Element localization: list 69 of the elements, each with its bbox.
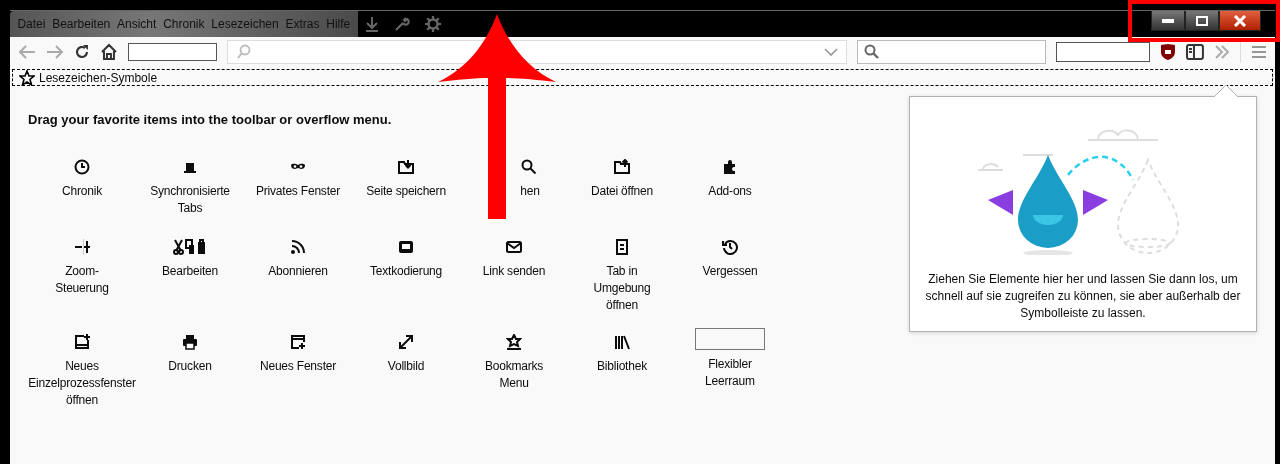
- palette-item[interactable]: hen: [520, 183, 540, 200]
- palette-item[interactable]: Zoom-Steuerung: [39, 263, 125, 297]
- home-icon[interactable]: [99, 43, 118, 61]
- puzzle-icon: [722, 159, 738, 175]
- palette-item[interactable]: Neues Fenster: [259, 358, 337, 375]
- palette-item[interactable]: Add-ons: [708, 183, 752, 200]
- palette-heading: Drag your favorite items into the toolbar or overflow menu.: [28, 112, 393, 127]
- palette-item[interactable]: Abonnieren: [268, 263, 328, 280]
- zoom-controls-icon: [74, 239, 90, 255]
- minimize-icon: [1162, 18, 1174, 23]
- palette-item[interactable]: Link senden: [482, 263, 546, 280]
- palette-item[interactable]: Neues Einzelprozessfenster öffnen: [28, 358, 136, 409]
- palette-item[interactable]: Tab in Umgebung öffnen: [579, 263, 665, 314]
- palette-item[interactable]: Drucken: [168, 358, 212, 375]
- sidebar-icon[interactable]: [1186, 44, 1205, 60]
- palette-item[interactable]: Vollbild: [387, 358, 425, 375]
- palette-item[interactable]: Privates Fenster: [255, 183, 341, 200]
- window-plus-icon: [74, 334, 90, 350]
- palette-item[interactable]: Seite speichern: [366, 183, 446, 200]
- spacer-placeholder: [695, 328, 765, 350]
- library-icon: [614, 334, 630, 350]
- printer-icon: [182, 334, 198, 350]
- panel-message: Ziehen Sie Elemente hier her und lassen Sie dann los, um schnell auf sie zugreifen zu können, sie aber außerhalb der Symbolleiste zu lassen.: [924, 271, 1242, 322]
- window-plus-icon: [290, 334, 306, 350]
- bookmarks-toolbar-label[interactable]: Lesezeichen-Symbole: [39, 70, 158, 85]
- reload-icon[interactable]: [73, 44, 90, 60]
- search-icon: [863, 44, 880, 60]
- close-button[interactable]: [1219, 11, 1261, 31]
- wrench-icon[interactable]: [393, 16, 410, 32]
- back-icon[interactable]: [18, 44, 36, 60]
- star-tray-icon: [506, 334, 522, 350]
- search-icon: [236, 44, 253, 60]
- edit-controls-icon: [173, 239, 207, 255]
- address-bar[interactable]: [227, 40, 847, 64]
- overflow-icon[interactable]: [1214, 45, 1231, 59]
- toolbar-field[interactable]: [1055, 42, 1151, 62]
- shield-icon[interactable]: [1160, 43, 1177, 61]
- gear-icon[interactable]: [423, 15, 442, 33]
- palette-item[interactable]: Bookmarks Menu: [471, 358, 557, 392]
- palette-item[interactable]: Bearbeiten: [161, 263, 218, 280]
- maximize-button[interactable]: [1185, 11, 1219, 31]
- envelope-icon: [506, 239, 522, 255]
- palette-item[interactable]: Flexibler Leerraum: [687, 356, 773, 390]
- maximize-icon: [1196, 15, 1208, 26]
- feed-icon: [290, 239, 306, 255]
- palette-item[interactable]: Textkodierung: [369, 263, 443, 280]
- palette-item[interactable]: Bibliothek: [596, 358, 647, 375]
- download-icon[interactable]: [363, 16, 380, 32]
- menu-item[interactable]: Chronik: [159, 14, 208, 34]
- palette-item[interactable]: Datei öffnen: [590, 183, 654, 200]
- search-icon: [521, 159, 537, 175]
- palette-item[interactable]: Chronik: [62, 183, 102, 200]
- folder-download-icon: [398, 159, 414, 175]
- palette-item[interactable]: Vergessen: [702, 263, 758, 280]
- text-encoding-icon: [398, 239, 414, 255]
- menu-icon[interactable]: [1251, 45, 1267, 59]
- palette-item[interactable]: Synchronisierte Tabs: [147, 183, 233, 217]
- close-icon: [1233, 14, 1247, 27]
- clock-icon: [74, 159, 90, 175]
- expand-arrows-icon: [398, 334, 414, 350]
- search-field[interactable]: [856, 40, 1046, 64]
- history-icon: [722, 239, 738, 255]
- forward-icon[interactable]: [45, 44, 64, 60]
- document-icon: [614, 239, 630, 255]
- minimize-button[interactable]: [1151, 11, 1185, 31]
- folder-upload-icon: [614, 159, 630, 175]
- toolbar-field[interactable]: [127, 43, 218, 61]
- menu-item[interactable]: Ansicht: [113, 14, 160, 34]
- dropdown-icon[interactable]: [823, 47, 838, 57]
